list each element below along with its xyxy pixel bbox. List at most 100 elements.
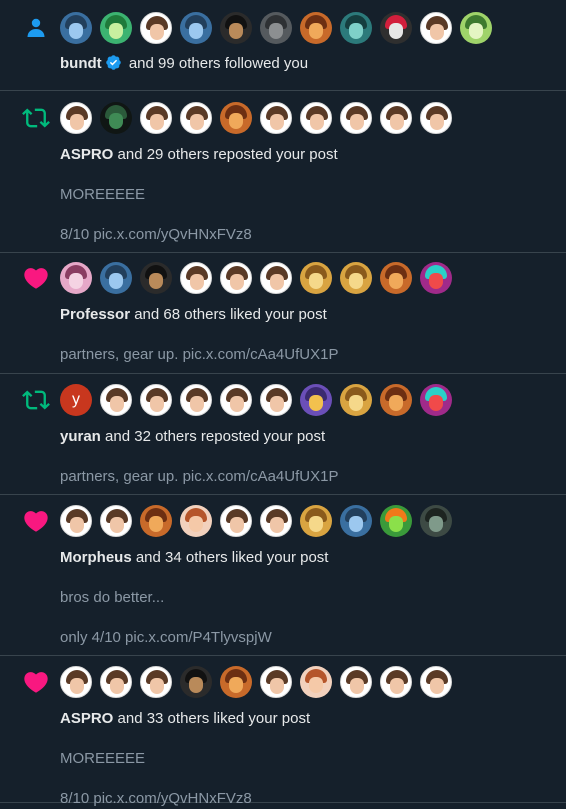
repost-notification[interactable]: ASPRO and 29 others reposted your post MO… bbox=[0, 91, 566, 253]
user-name[interactable]: ASPRO bbox=[60, 146, 113, 163]
avatar[interactable] bbox=[340, 102, 372, 134]
avatar[interactable] bbox=[340, 12, 372, 44]
post-preview-line[interactable]: partners, gear up. pic.x.com/cAa4UfUX1P bbox=[60, 467, 550, 487]
avatar[interactable] bbox=[60, 102, 92, 134]
avatar[interactable] bbox=[100, 12, 132, 44]
notification-summary: Professor and 68 others liked your post bbox=[60, 305, 550, 325]
notification-text: and 32 others reposted your post bbox=[100, 428, 326, 445]
avatar[interactable] bbox=[260, 384, 292, 416]
avatar[interactable] bbox=[180, 505, 212, 537]
avatar-row bbox=[60, 666, 550, 698]
avatar[interactable] bbox=[260, 666, 292, 698]
notification-text: and 68 others liked your post bbox=[130, 306, 327, 323]
avatar[interactable] bbox=[380, 102, 412, 134]
user-name[interactable]: Professor bbox=[60, 306, 130, 323]
avatar-row: y bbox=[60, 384, 550, 416]
heart-icon bbox=[22, 264, 50, 292]
avatar[interactable] bbox=[220, 12, 252, 44]
avatar[interactable] bbox=[140, 262, 172, 294]
avatar[interactable] bbox=[140, 666, 172, 698]
avatar[interactable] bbox=[300, 384, 332, 416]
post-preview-line[interactable]: only 4/10 pic.x.com/P4TlyvspjW bbox=[60, 628, 550, 648]
avatar[interactable] bbox=[300, 12, 332, 44]
avatar[interactable] bbox=[100, 666, 132, 698]
avatar[interactable] bbox=[420, 102, 452, 134]
avatar[interactable] bbox=[60, 12, 92, 44]
verified-badge-icon bbox=[105, 54, 122, 77]
like-notification[interactable]: Professor and 68 others liked your post p… bbox=[0, 253, 566, 374]
avatar[interactable] bbox=[380, 262, 412, 294]
post-preview-line[interactable]: 8/10 pic.x.com/yQvHNxFVz8 bbox=[60, 789, 550, 809]
avatar[interactable] bbox=[380, 505, 412, 537]
notifications-feed: bundt and 99 others followed you ASPRO an… bbox=[0, 0, 566, 807]
post-preview-line[interactable]: bros do better... bbox=[60, 588, 550, 608]
avatar[interactable] bbox=[340, 666, 372, 698]
avatar[interactable]: y bbox=[60, 384, 92, 416]
avatar[interactable] bbox=[340, 505, 372, 537]
avatar[interactable] bbox=[260, 102, 292, 134]
follow-notification[interactable]: bundt and 99 others followed you bbox=[0, 0, 566, 91]
avatar[interactable] bbox=[260, 262, 292, 294]
user-name[interactable]: Morpheus bbox=[60, 549, 132, 566]
avatar[interactable] bbox=[340, 262, 372, 294]
avatar[interactable] bbox=[60, 666, 92, 698]
notification-summary: bundt and 99 others followed you bbox=[60, 54, 550, 77]
avatar[interactable] bbox=[100, 384, 132, 416]
avatar[interactable] bbox=[420, 384, 452, 416]
avatar[interactable] bbox=[300, 102, 332, 134]
avatar-letter: y bbox=[72, 391, 80, 408]
avatar[interactable] bbox=[420, 505, 452, 537]
like-notification[interactable]: Morpheus and 34 others liked your post br… bbox=[0, 495, 566, 656]
avatar-row bbox=[60, 262, 550, 294]
avatar[interactable] bbox=[180, 384, 212, 416]
avatar[interactable] bbox=[260, 12, 292, 44]
avatar[interactable] bbox=[420, 666, 452, 698]
avatar[interactable] bbox=[220, 505, 252, 537]
post-preview-line[interactable]: 8/10 pic.x.com/yQvHNxFVz8 bbox=[60, 225, 550, 245]
avatar[interactable] bbox=[220, 262, 252, 294]
avatar[interactable] bbox=[380, 12, 412, 44]
avatar[interactable] bbox=[300, 262, 332, 294]
avatar[interactable] bbox=[220, 102, 252, 134]
avatar[interactable] bbox=[340, 384, 372, 416]
avatar-row bbox=[60, 102, 550, 134]
avatar[interactable] bbox=[380, 384, 412, 416]
avatar[interactable] bbox=[300, 666, 332, 698]
post-preview-line[interactable]: MOREEEEE bbox=[60, 749, 550, 769]
avatar[interactable] bbox=[140, 102, 172, 134]
repost-notification[interactable]: y yuran and 32 others reposted your post p… bbox=[0, 374, 566, 495]
repost-icon bbox=[22, 104, 50, 132]
person-icon bbox=[22, 14, 50, 42]
notification-text: and 34 others liked your post bbox=[131, 549, 329, 566]
avatar[interactable] bbox=[180, 12, 212, 44]
like-notification[interactable]: ASPRO and 33 others liked your post MOREE… bbox=[0, 656, 566, 807]
notification-summary: yuran and 32 others reposted your post bbox=[60, 427, 550, 447]
avatar[interactable] bbox=[220, 384, 252, 416]
user-name[interactable]: yuran bbox=[60, 428, 101, 445]
avatar[interactable] bbox=[220, 666, 252, 698]
post-preview-line[interactable]: MOREEEEE bbox=[60, 185, 550, 205]
avatar[interactable] bbox=[100, 102, 132, 134]
avatar[interactable] bbox=[140, 505, 172, 537]
avatar[interactable] bbox=[460, 12, 492, 44]
avatar[interactable] bbox=[100, 262, 132, 294]
user-name[interactable]: bundt bbox=[60, 55, 102, 72]
avatar[interactable] bbox=[180, 262, 212, 294]
notification-text: and 29 others reposted your post bbox=[113, 146, 338, 163]
user-name[interactable]: ASPRO bbox=[60, 710, 113, 727]
avatar[interactable] bbox=[140, 12, 172, 44]
avatar[interactable] bbox=[380, 666, 412, 698]
avatar[interactable] bbox=[140, 384, 172, 416]
avatar[interactable] bbox=[260, 505, 292, 537]
avatar[interactable] bbox=[180, 102, 212, 134]
avatar[interactable] bbox=[60, 505, 92, 537]
avatar[interactable] bbox=[300, 505, 332, 537]
avatar[interactable] bbox=[100, 505, 132, 537]
avatar-row bbox=[60, 505, 550, 537]
avatar[interactable] bbox=[60, 262, 92, 294]
avatar[interactable] bbox=[180, 666, 212, 698]
avatar[interactable] bbox=[420, 12, 452, 44]
post-preview-line[interactable]: partners, gear up. pic.x.com/cAa4UfUX1P bbox=[60, 345, 550, 365]
avatar[interactable] bbox=[420, 262, 452, 294]
notification-summary: ASPRO and 29 others reposted your post bbox=[60, 145, 550, 165]
